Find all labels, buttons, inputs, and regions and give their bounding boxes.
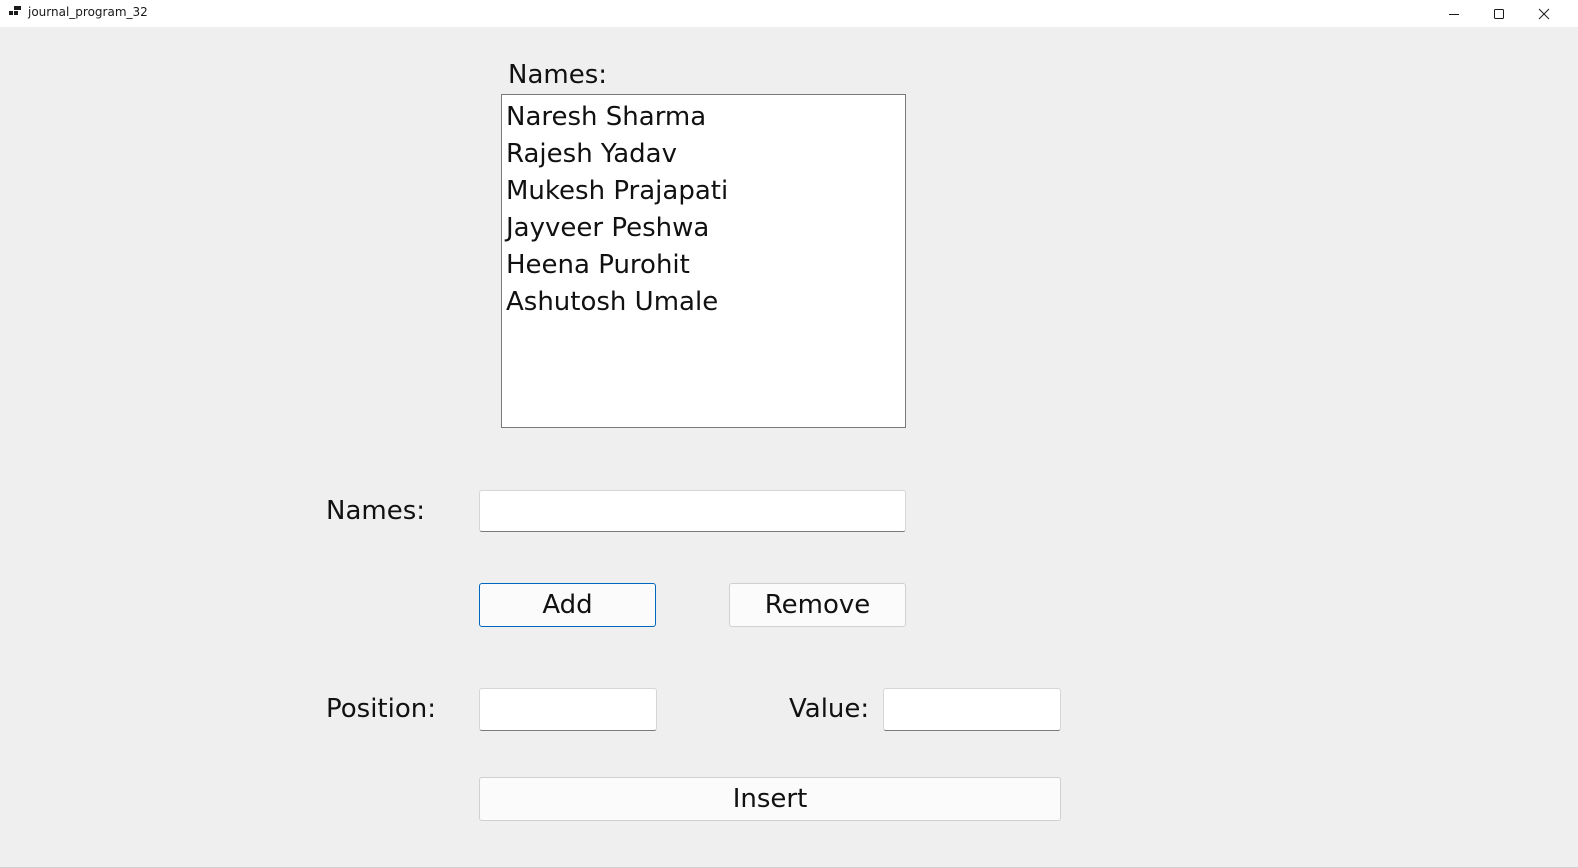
value-label: Value: — [789, 694, 870, 724]
list-item[interactable]: Naresh Sharma — [506, 99, 901, 136]
list-item[interactable]: Jayveer Peshwa — [506, 210, 901, 247]
insert-button[interactable]: Insert — [479, 777, 1061, 821]
position-input[interactable] — [479, 688, 657, 731]
names-input[interactable] — [479, 490, 906, 532]
names-input-label: Names: — [326, 496, 426, 526]
window-title: journal_program_32 — [28, 5, 148, 19]
minimize-button[interactable] — [1431, 0, 1477, 27]
close-button[interactable] — [1521, 0, 1567, 27]
list-item[interactable]: Heena Purohit — [506, 247, 901, 284]
title-bar[interactable]: journal_program_32 — [0, 0, 1578, 27]
position-label: Position: — [326, 694, 436, 724]
app-window: journal_program_32 Names: Naresh Sharma … — [0, 0, 1578, 868]
remove-button[interactable]: Remove — [729, 583, 906, 627]
names-list-label: Names: — [508, 60, 608, 90]
maximize-icon — [1494, 8, 1504, 19]
list-item[interactable]: Mukesh Prajapati — [506, 173, 901, 210]
list-item[interactable]: Rajesh Yadav — [506, 136, 901, 173]
add-button[interactable]: Add — [479, 583, 656, 627]
names-listbox[interactable]: Naresh Sharma Rajesh Yadav Mukesh Prajap… — [501, 94, 906, 428]
value-input[interactable] — [883, 688, 1061, 731]
close-icon — [1538, 8, 1550, 19]
maximize-button[interactable] — [1476, 0, 1522, 27]
list-item[interactable]: Ashutosh Umale — [506, 284, 901, 321]
minimize-icon — [1449, 13, 1459, 15]
app-icon — [9, 6, 21, 18]
